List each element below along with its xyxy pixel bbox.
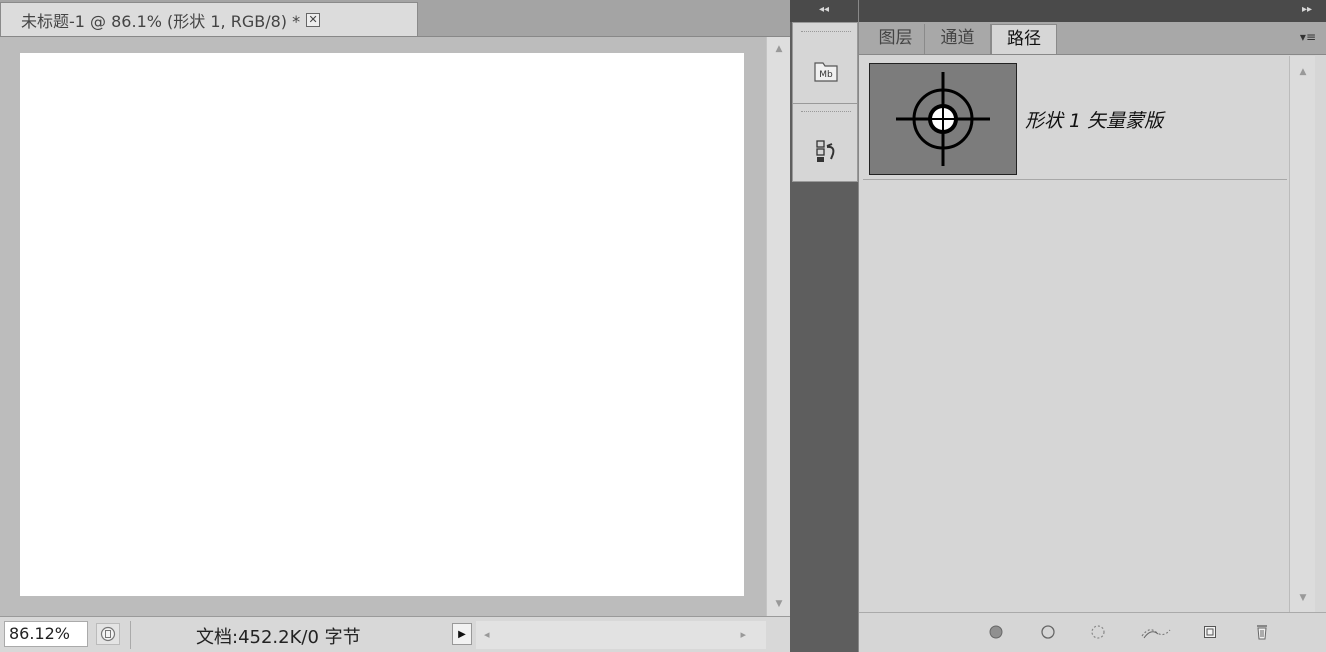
document-status-icon: [100, 626, 116, 642]
stroke-path-button[interactable]: [1037, 621, 1059, 643]
zoom-level-input[interactable]: 86.12%: [4, 621, 88, 647]
trash-icon: [1257, 625, 1267, 640]
panel-expand-header[interactable]: ▸▸: [859, 0, 1326, 22]
scroll-right-icon[interactable]: ▸: [740, 628, 746, 641]
paths-panel-footer: [859, 612, 1326, 652]
scroll-up-icon[interactable]: ▲: [767, 41, 791, 57]
make-work-path-button[interactable]: [1139, 621, 1173, 643]
new-path-icon: [1204, 626, 1216, 638]
load-selection-button[interactable]: [1087, 621, 1109, 643]
panel-tab-bar: 图层 通道 路径 ▾≡: [859, 22, 1326, 55]
fill-path-button[interactable]: [985, 621, 1007, 643]
dock-divider: [793, 103, 857, 104]
scroll-down-icon[interactable]: ▼: [1290, 590, 1316, 606]
scroll-left-icon[interactable]: ◂: [484, 628, 490, 641]
mini-bridge-icon: Mb: [814, 62, 838, 82]
panel-menu-icon[interactable]: ▾≡: [1300, 30, 1316, 44]
dock-grip[interactable]: [801, 31, 851, 35]
dock-collapse-header[interactable]: ◂◂: [790, 0, 858, 22]
paths-panel: ▸▸ 图层 通道 路径 ▾≡ 形状 1 矢量蒙版 ▲ ▼: [858, 0, 1326, 652]
history-icon: [816, 140, 835, 162]
fill-path-icon: [989, 625, 1003, 639]
status-info-button[interactable]: [96, 623, 120, 645]
paths-list: 形状 1 矢量蒙版: [863, 56, 1287, 612]
document-window: 未标题-1 @ 86.1% (形状 1, RGB/8) * ✕ ▲ ▼ 86.1…: [0, 0, 790, 652]
scroll-down-icon[interactable]: ▼: [767, 596, 791, 612]
document-horizontal-scrollbar[interactable]: ◂ ▸: [476, 621, 766, 649]
collapsed-panel-dock: ◂◂ Mb: [790, 0, 858, 652]
document-tab-bar: 未标题-1 @ 86.1% (形状 1, RGB/8) * ✕: [0, 0, 790, 37]
document-vertical-scrollbar[interactable]: ▲ ▼: [766, 37, 790, 616]
make-work-path-icon: [1141, 629, 1171, 639]
status-menu-button[interactable]: ▶: [452, 623, 472, 645]
crosshair-target-icon: [896, 72, 990, 166]
dock-icon-strip: Mb: [792, 22, 858, 182]
load-selection-icon: [1091, 625, 1105, 639]
document-tab-title: 未标题-1 @ 86.1% (形状 1, RGB/8) *: [21, 11, 301, 31]
close-icon[interactable]: ✕: [306, 12, 321, 27]
delete-path-button[interactable]: [1251, 621, 1273, 643]
tab-paths[interactable]: 路径: [991, 24, 1057, 54]
path-row[interactable]: 形状 1 矢量蒙版: [863, 58, 1287, 180]
scroll-up-icon[interactable]: ▲: [1290, 64, 1316, 80]
history-button[interactable]: [810, 135, 842, 167]
mini-bridge-button[interactable]: Mb: [810, 55, 842, 87]
document-size-info: 文档:452.2K/0 字节: [196, 627, 361, 648]
canvas[interactable]: [20, 53, 744, 596]
status-bar: 86.12% 文档:452.2K/0 字节 ▶ ◂ ▸: [0, 616, 790, 652]
tab-layers[interactable]: 图层: [867, 24, 925, 54]
status-divider: [130, 621, 131, 649]
tab-channels[interactable]: 通道: [925, 24, 991, 54]
path-thumbnail: [869, 63, 1017, 175]
dock-grip[interactable]: [801, 111, 851, 115]
document-tab[interactable]: 未标题-1 @ 86.1% (形状 1, RGB/8) * ✕: [0, 2, 418, 36]
path-name: 形状 1 矢量蒙版: [1025, 110, 1164, 132]
paths-list-scrollbar[interactable]: ▲ ▼: [1289, 56, 1315, 612]
stroke-path-icon: [1041, 625, 1055, 639]
new-path-button[interactable]: [1199, 621, 1221, 643]
canvas-area: [0, 37, 766, 616]
mini-bridge-label: Mb: [819, 70, 833, 80]
